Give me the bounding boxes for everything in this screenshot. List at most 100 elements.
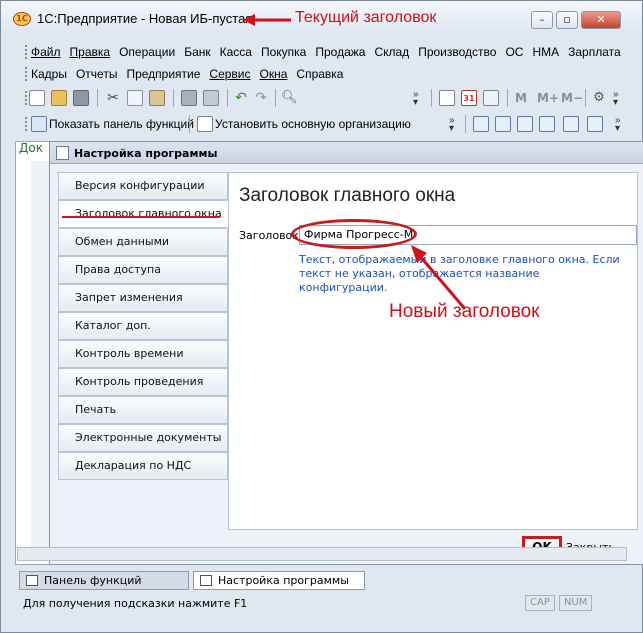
menu-item-reports[interactable]: Отчеты [76, 67, 117, 81]
settings-nav: Версия конфигурации Заголовок главного о… [58, 172, 228, 480]
title-bar: 1C 1С:Предприятие - Новая ИБ-пустая Теку… [1, 1, 642, 35]
menu-item-enterprise[interactable]: Предприятие [126, 67, 200, 81]
menu-item-service[interactable]: Сервис [209, 67, 250, 81]
settings-icon[interactable] [587, 116, 603, 132]
menu-item-file[interactable]: Файл [31, 45, 61, 59]
tools-icon[interactable]: ⚙ [591, 90, 607, 106]
print-preview-icon[interactable] [203, 90, 219, 106]
redo-icon[interactable]: ↷ [253, 90, 269, 106]
horizontal-scrollbar[interactable] [17, 547, 627, 561]
app-logo-icon[interactable]: 1C [13, 12, 31, 26]
menu-item-nma[interactable]: НМА [532, 45, 559, 59]
menu-item-salary[interactable]: Зарплата [568, 45, 621, 59]
nav-item-label: Декларация по НДС [75, 459, 192, 472]
save-icon[interactable] [73, 90, 89, 106]
memory-m-icon[interactable]: M [515, 91, 527, 105]
documents-icon[interactable] [495, 116, 511, 132]
task-label: Настройка программы [218, 574, 349, 587]
nav-item-label: Заголовок главного окна [75, 207, 222, 220]
toolbar-overflow-icon[interactable]: » ▾ [449, 116, 455, 134]
nav-item-vat-declaration[interactable]: Декларация по НДС [58, 452, 228, 480]
paste-icon[interactable] [149, 90, 165, 106]
cut-icon[interactable]: ✂ [105, 90, 121, 106]
num-indicator: NUM [559, 595, 593, 611]
operations-icon[interactable] [517, 116, 533, 132]
functions-panel-icon[interactable] [31, 116, 47, 132]
toolbar-overflow-icon[interactable]: » ▾ [613, 90, 619, 108]
open-folder-icon[interactable] [51, 90, 67, 106]
nav-item-data-exchange[interactable]: Обмен данными [58, 228, 228, 256]
annotation-current-title: Текущий заголовок [295, 9, 437, 26]
nav-item-data-change-ban[interactable]: Запрет изменения данных [58, 284, 228, 330]
menu-item-windows[interactable]: Окна [260, 67, 288, 81]
menu-item-hr[interactable]: Кадры [31, 67, 67, 81]
close-window-button[interactable]: ✕ [581, 11, 621, 29]
task-functions-panel[interactable]: Панель функций [19, 571, 189, 590]
nav-item-posting-control[interactable]: Контроль проведения [58, 368, 228, 396]
functions-panel-icon [26, 575, 38, 586]
menu-grip[interactable] [25, 45, 28, 59]
status-bar: Для получения подсказки нажмите F1 CAP N… [13, 593, 631, 613]
nav-item-label: Контроль времени [75, 347, 184, 360]
show-functions-panel-button[interactable]: Показать панель функций [49, 117, 194, 131]
calendar-icon[interactable]: 31 [461, 90, 477, 106]
nav-item-time-control[interactable]: Контроль времени [58, 340, 228, 368]
copy-icon[interactable] [127, 90, 143, 106]
nav-item-config-version[interactable]: Версия конфигурации [58, 172, 228, 200]
memory-plus-icon[interactable]: M+ [537, 91, 559, 105]
new-document-icon[interactable] [29, 90, 45, 106]
calculator-icon[interactable] [439, 90, 455, 106]
toolbar-overflow-icon[interactable]: » ▾ [615, 116, 621, 134]
nav-item-access-rights[interactable]: Права доступа [58, 256, 228, 284]
table-icon[interactable] [483, 90, 499, 106]
restore-button[interactable]: ▫ [556, 11, 578, 29]
nav-item-label: Контроль проведения [75, 375, 204, 388]
menu-item-os[interactable]: ОС [505, 45, 523, 59]
menu-bar: Файл Правка Операции Банк Касса Покупка … [11, 41, 631, 85]
menu-item-purchase[interactable]: Покупка [261, 45, 306, 59]
background-tab-fragment[interactable]: Док [19, 141, 43, 155]
settings-dialog: Настройка программы Версия конфигурации … [49, 141, 643, 565]
undo-icon[interactable]: ↶ [233, 90, 249, 106]
menu-item-help[interactable]: Справка [296, 67, 343, 81]
find-icon[interactable]: 🔍︎ [281, 90, 298, 106]
toolbar-separator [189, 115, 190, 133]
annotation-new-title: Новый заголовок [389, 301, 540, 322]
toolbar-grip[interactable] [25, 91, 28, 105]
menu-item-bank[interactable]: Банк [184, 45, 210, 59]
journal-icon[interactable] [473, 116, 489, 132]
toolbar-separator [97, 89, 98, 107]
dialog-title-bar[interactable]: Настройка программы [50, 142, 643, 164]
toolbar-grip[interactable] [25, 117, 28, 131]
nav-item-print[interactable]: Печать [58, 396, 228, 424]
main-window: 1C 1С:Предприятие - Новая ИБ-пустая Теку… [0, 0, 643, 633]
menu-item-operations[interactable]: Операции [119, 45, 175, 59]
menu-grip[interactable] [25, 67, 28, 81]
nav-item-label: Версия конфигурации [75, 179, 205, 192]
menu-item-edit[interactable]: Правка [70, 45, 111, 59]
set-main-organization-button[interactable]: Установить основную организацию [215, 117, 411, 131]
nav-item-e-documents[interactable]: Электронные документы [58, 424, 228, 452]
reports-icon[interactable] [539, 116, 555, 132]
nav-item-label: Обмен данными [75, 235, 170, 248]
toolbar-overflow-icon[interactable]: » ▾ [413, 90, 419, 108]
accounts-icon[interactable] [563, 116, 579, 132]
menu-item-sale[interactable]: Продажа [315, 45, 365, 59]
dialog-title: Настройка программы [74, 147, 218, 160]
nav-item-main-window-title[interactable]: Заголовок главного окна [58, 200, 228, 228]
print-icon[interactable] [181, 90, 197, 106]
menu-item-warehouse[interactable]: Склад [374, 45, 409, 59]
toolbar-separator [173, 89, 174, 107]
annotation-oval [291, 219, 417, 249]
minimize-button[interactable]: – [531, 11, 553, 29]
status-hint: Для получения подсказки нажмите F1 [23, 597, 248, 610]
nav-item-extra-info-catalog[interactable]: Каталог доп. информации [58, 312, 228, 358]
menu-item-production[interactable]: Производство [418, 45, 496, 59]
standard-toolbar: ✂ ↶ ↷ 🔍︎ » ▾ 31 M M+ M− ⚙ » ▾ [11, 85, 631, 111]
memory-minus-icon[interactable]: M− [561, 91, 583, 105]
toolbar-separator [465, 115, 466, 133]
menu-item-cash[interactable]: Касса [220, 45, 252, 59]
organization-icon[interactable] [197, 116, 213, 132]
annotation-arrow-icon [243, 14, 291, 26]
task-settings[interactable]: Настройка программы [193, 571, 365, 590]
